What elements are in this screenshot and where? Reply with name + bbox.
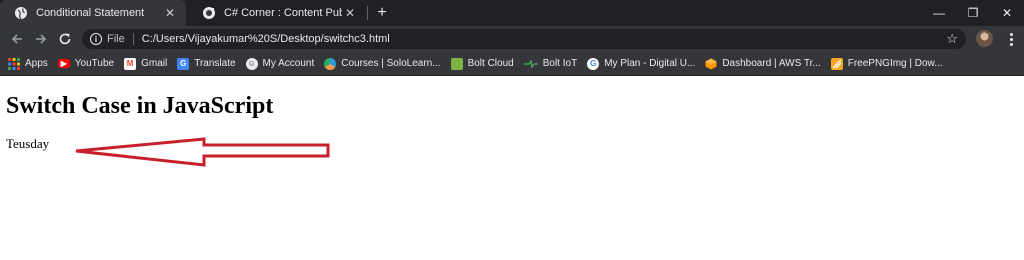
bookmark-gmail[interactable]: M Gmail bbox=[124, 55, 167, 73]
bookmark-translate[interactable]: G Translate bbox=[177, 55, 236, 73]
bookmark-sololearn[interactable]: Courses | SoloLearn... bbox=[324, 55, 441, 73]
bookmark-apps[interactable]: Apps bbox=[8, 55, 48, 73]
reload-icon bbox=[59, 33, 71, 45]
aws-icon bbox=[705, 58, 717, 70]
forward-button[interactable] bbox=[32, 30, 50, 48]
account-icon: ☺ bbox=[245, 57, 258, 70]
scheme-label: File bbox=[107, 33, 125, 45]
youtube-icon: ▶ bbox=[57, 59, 70, 68]
bookmark-label: My Plan - Digital U... bbox=[604, 58, 696, 69]
back-arrow-icon bbox=[11, 34, 22, 44]
scheme-divider bbox=[132, 33, 134, 45]
reload-button[interactable] bbox=[56, 30, 74, 48]
bookmark-youtube[interactable]: ▶ YouTube bbox=[57, 55, 115, 73]
bookmark-label: Courses | SoloLearn... bbox=[341, 58, 441, 69]
bookmark-label: Dashboard | AWS Tr... bbox=[722, 58, 821, 69]
tab-conditional-statement[interactable]: Conditional Statement ✕ bbox=[0, 0, 186, 26]
tab-title: Conditional Statement bbox=[36, 7, 145, 19]
bookmark-bolt-iot[interactable]: Bolt IoT bbox=[523, 55, 578, 73]
bookmark-my-plan[interactable]: G My Plan - Digital U... bbox=[587, 55, 695, 73]
close-window-button[interactable]: ✕ bbox=[990, 0, 1024, 26]
bookmark-star-icon[interactable]: ☆ bbox=[946, 31, 958, 47]
new-tab-button[interactable]: + bbox=[373, 4, 391, 22]
bookmark-label: My Account bbox=[262, 58, 315, 69]
bolt-iot-icon bbox=[523, 58, 538, 70]
bookmark-label: Gmail bbox=[141, 58, 168, 69]
bolt-cloud-icon bbox=[450, 57, 463, 70]
page-heading: Switch Case in JavaScript bbox=[6, 93, 274, 119]
profile-avatar[interactable] bbox=[976, 30, 993, 47]
bookmark-label: Apps bbox=[25, 58, 48, 69]
bookmark-bolt-cloud[interactable]: Bolt Cloud bbox=[450, 55, 514, 73]
bookmark-freepngimg[interactable]: FreePNGImg | Dow... bbox=[830, 55, 943, 73]
bookmark-my-account[interactable]: ☺ My Account bbox=[245, 55, 315, 73]
browser-toolbar: i File C:/Users/Vijayakumar%20S/Desktop/… bbox=[0, 26, 1024, 52]
sololearn-icon bbox=[324, 57, 337, 70]
address-bar[interactable]: i File C:/Users/Vijayakumar%20S/Desktop/… bbox=[82, 29, 966, 49]
tab-divider bbox=[367, 6, 368, 20]
bookmark-aws-dashboard[interactable]: Dashboard | AWS Tr... bbox=[705, 55, 821, 73]
freepngimg-icon bbox=[830, 57, 843, 70]
info-icon[interactable]: i bbox=[90, 33, 102, 45]
bookmark-label: FreePNGImg | Dow... bbox=[847, 58, 943, 69]
back-button[interactable] bbox=[8, 30, 26, 48]
gmail-icon: M bbox=[124, 57, 137, 70]
forward-arrow-icon bbox=[36, 34, 47, 44]
bookmarks-bar: Apps ▶ YouTube M Gmail G Translate ☺ My … bbox=[0, 52, 1024, 76]
apps-grid-icon bbox=[8, 57, 20, 70]
close-tab-icon[interactable]: ✕ bbox=[342, 5, 358, 21]
csharp-corner-icon bbox=[202, 6, 216, 20]
restore-button[interactable]: ❐ bbox=[956, 0, 990, 26]
bookmark-label: Bolt IoT bbox=[542, 58, 578, 69]
switch-output-text: Teusday bbox=[6, 136, 50, 151]
annotation-arrow-icon bbox=[75, 137, 330, 167]
bookmark-label: Bolt Cloud bbox=[467, 58, 514, 69]
page-viewport: Switch Case in JavaScript Teusday bbox=[0, 77, 1024, 260]
bookmark-label: Translate bbox=[194, 58, 236, 69]
tab-csharp-corner[interactable]: C# Corner : Content Publisher ✕ bbox=[188, 0, 366, 26]
minimize-button[interactable]: — bbox=[922, 0, 956, 26]
close-tab-icon[interactable]: ✕ bbox=[162, 5, 178, 21]
translate-icon: G bbox=[177, 57, 190, 70]
browser-menu-icon[interactable] bbox=[1004, 30, 1018, 48]
globe-icon bbox=[14, 6, 28, 20]
google-icon: G bbox=[587, 57, 600, 70]
tab-title: C# Corner : Content Publisher bbox=[224, 7, 342, 19]
url-text[interactable]: C:/Users/Vijayakumar%20S/Desktop/switchc… bbox=[142, 33, 947, 45]
tab-strip: Conditional Statement ✕ C# Corner : Cont… bbox=[0, 0, 1024, 26]
bookmark-label: YouTube bbox=[74, 58, 115, 69]
